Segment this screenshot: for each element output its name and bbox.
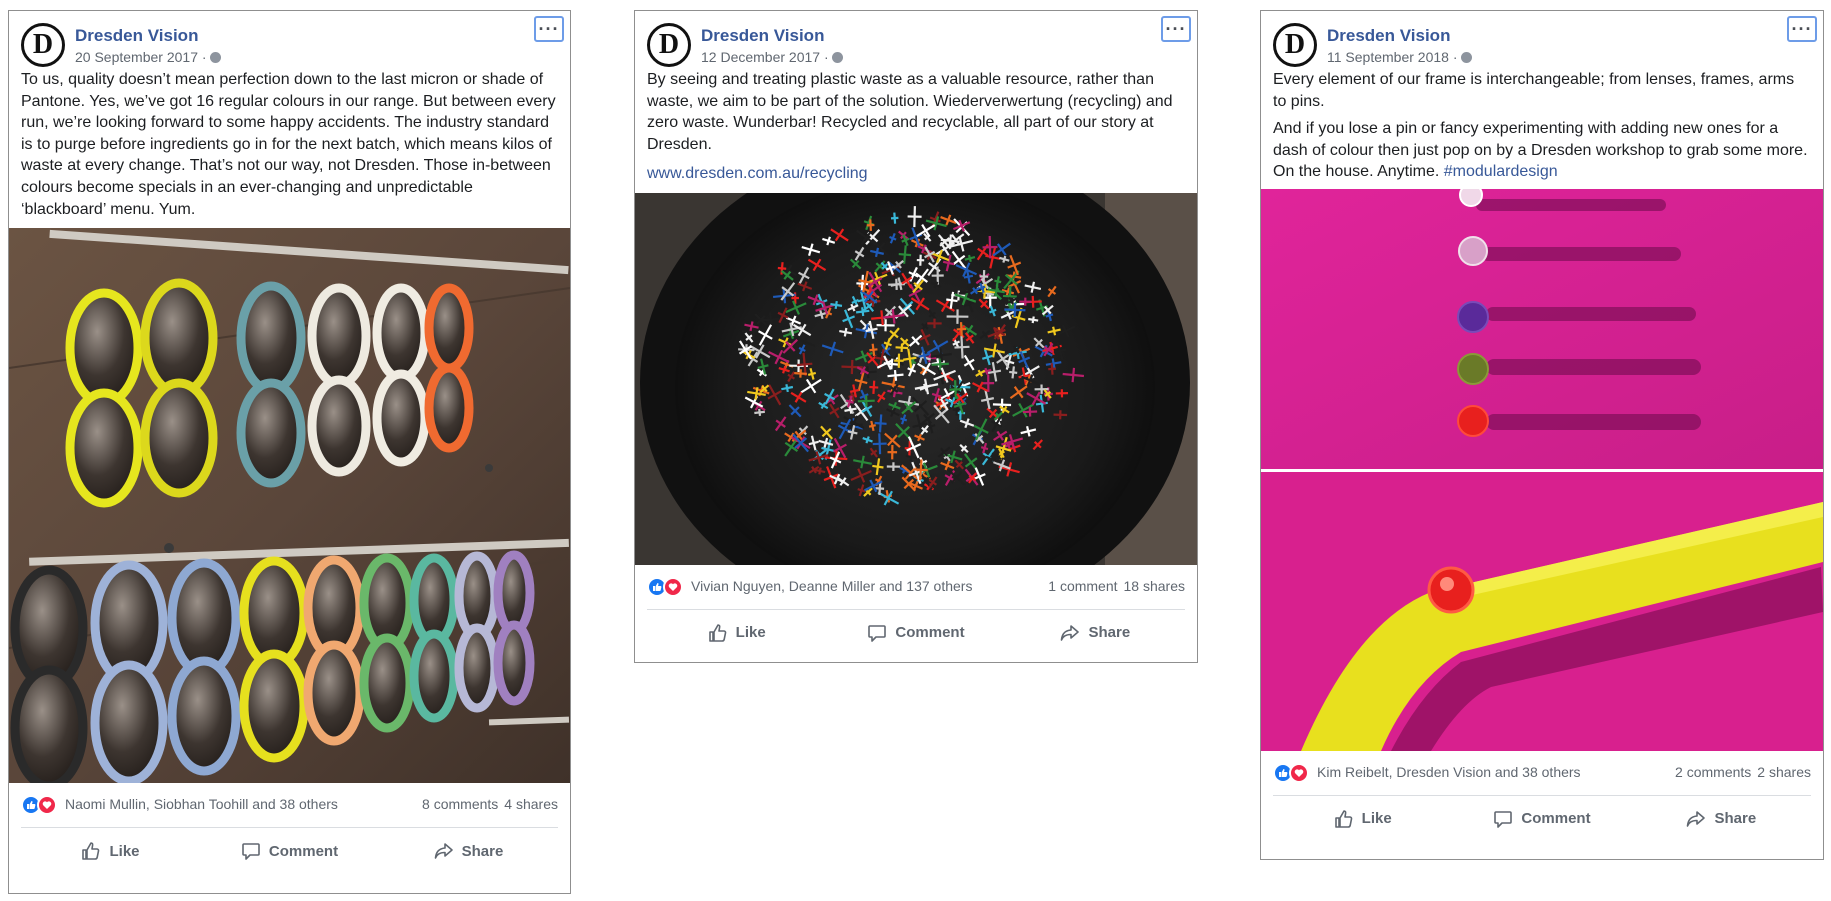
share-button[interactable]: Share	[1632, 796, 1811, 842]
author-name[interactable]: Dresden Vision	[1327, 26, 1450, 46]
reaction-icons[interactable]	[647, 576, 685, 597]
reactions-names[interactable]: Kim Reibelt, Dresden Vision and 38 other…	[1317, 764, 1581, 780]
comment-button[interactable]: Comment	[826, 610, 1005, 656]
post-date: 20 September 2017 ·	[75, 49, 221, 65]
post-text: Every element of our frame is interchang…	[1261, 69, 1823, 183]
comment-button[interactable]: Comment	[1452, 796, 1631, 842]
post-paragraph: By seeing and treating plastic waste as …	[647, 71, 1173, 153]
share-label: Share	[1088, 624, 1131, 642]
post-header: D Dresden Vision 20 September 2017 · ···	[9, 11, 570, 69]
recycling-link[interactable]: www.dresden.com.au/recycling	[647, 165, 868, 182]
like-button[interactable]: Like	[1273, 796, 1452, 842]
globe-icon	[1460, 52, 1472, 63]
comments-count[interactable]: 1 comment	[1048, 578, 1117, 594]
post-date-text[interactable]: 20 September 2017 ·	[75, 49, 207, 65]
author-name[interactable]: Dresden Vision	[701, 26, 824, 46]
comment-icon	[1494, 811, 1513, 828]
share-icon	[1061, 625, 1080, 641]
thumbs-up-icon	[82, 842, 100, 860]
post-paragraph: Every element of our frame is interchang…	[1273, 71, 1795, 110]
post-date: 11 September 2018 ·	[1327, 49, 1472, 65]
more-options-icon: ···	[1165, 19, 1187, 39]
reactions-bar: Kim Reibelt, Dresden Vision and 38 other…	[1273, 751, 1811, 796]
author-name[interactable]: Dresden Vision	[75, 26, 198, 46]
comment-label: Comment	[1521, 810, 1591, 828]
reactions-bar: Naomi Mullin, Siobhan Toohill and 38 oth…	[21, 783, 558, 829]
engagement-counts: 1 comment 18 shares	[1042, 578, 1185, 594]
shares-count[interactable]: 2 shares	[1757, 764, 1811, 780]
love-reaction-icon	[663, 576, 683, 597]
like-button[interactable]: Like	[647, 610, 826, 656]
shares-count[interactable]: 18 shares	[1124, 578, 1185, 594]
post-date: 12 December 2017 ·	[701, 49, 843, 65]
post-image-pins-row[interactable]	[1261, 188, 1823, 472]
love-reaction-icon	[37, 795, 57, 816]
avatar[interactable]: D	[647, 23, 691, 67]
avatar[interactable]: D	[21, 23, 65, 67]
globe-icon	[209, 52, 221, 63]
share-button[interactable]: Share	[379, 828, 558, 874]
post-text: By seeing and treating plastic waste as …	[635, 69, 1197, 185]
like-label: Like	[1361, 810, 1392, 828]
thumbs-up-icon	[708, 624, 726, 642]
post-date-text[interactable]: 12 December 2017 ·	[701, 49, 829, 65]
post-paragraph: To us, quality doesn’t mean perfection d…	[21, 71, 556, 218]
more-options-button[interactable]: ···	[1787, 16, 1817, 42]
reaction-icons[interactable]	[1273, 762, 1311, 783]
share-label: Share	[1714, 810, 1757, 828]
post-link-line: www.dresden.com.au/recycling	[647, 163, 1185, 185]
share-label: Share	[461, 842, 504, 860]
share-icon	[1687, 811, 1706, 827]
more-options-icon: ···	[538, 19, 560, 39]
post-text: To us, quality doesn’t mean perfection d…	[9, 69, 570, 220]
like-label: Like	[109, 842, 140, 860]
recycled-pins-photo	[635, 192, 1197, 565]
post-card: D Dresden Vision 11 September 2018 · ···…	[1260, 10, 1824, 860]
share-button[interactable]: Share	[1006, 610, 1185, 656]
reactions-bar: Vivian Nguyen, Deanne Miller and 137 oth…	[647, 565, 1185, 610]
share-icon	[434, 843, 453, 859]
like-label: Like	[735, 624, 766, 642]
comments-count[interactable]: 2 comments	[1675, 764, 1751, 780]
comment-label: Comment	[895, 624, 965, 642]
post-image-sunglasses-wall[interactable]	[9, 228, 570, 784]
comment-icon	[868, 625, 887, 642]
post-paragraph: And if you lose a pin or fancy experimen…	[1273, 118, 1811, 183]
sunglasses-photo	[9, 228, 570, 784]
engagement-counts: 8 comments 4 shares	[416, 796, 558, 812]
reaction-icons[interactable]	[21, 795, 59, 816]
yellow-frame-photo	[1261, 471, 1823, 751]
globe-icon	[831, 52, 843, 63]
post-card: D Dresden Vision 20 September 2017 · ···…	[8, 10, 571, 894]
post-card: D Dresden Vision 12 December 2017 · ··· …	[634, 10, 1198, 663]
post-header: D Dresden Vision 12 December 2017 · ···	[635, 11, 1197, 69]
engagement-counts: 2 comments 2 shares	[1669, 764, 1811, 780]
post-image-yellow-frame-pin[interactable]	[1261, 471, 1823, 751]
action-bar: Like Comment Share	[647, 610, 1185, 656]
comment-label: Comment	[268, 842, 339, 860]
more-options-button[interactable]: ···	[534, 16, 564, 42]
reactions-names[interactable]: Vivian Nguyen, Deanne Miller and 137 oth…	[691, 578, 972, 594]
reactions-names[interactable]: Naomi Mullin, Siobhan Toohill and 38 oth…	[65, 796, 338, 812]
avatar[interactable]: D	[1273, 23, 1317, 67]
post-image-recycled-pins[interactable]	[635, 192, 1197, 565]
hashtag-link[interactable]: #modulardesign	[1444, 163, 1558, 180]
comments-count[interactable]: 8 comments	[422, 796, 498, 812]
comment-button[interactable]: Comment	[200, 828, 379, 874]
post-date-text[interactable]: 11 September 2018 ·	[1327, 49, 1458, 65]
pins-row-photo	[1261, 188, 1823, 469]
thumbs-up-icon	[1334, 810, 1352, 828]
more-options-button[interactable]: ···	[1161, 16, 1191, 42]
shares-count[interactable]: 4 shares	[504, 796, 558, 812]
post-header: D Dresden Vision 11 September 2018 · ···	[1261, 11, 1823, 69]
more-options-icon: ···	[1791, 19, 1813, 39]
action-bar: Like Comment Share	[21, 828, 558, 874]
like-button[interactable]: Like	[21, 828, 200, 874]
action-bar: Like Comment Share	[1273, 796, 1811, 842]
love-reaction-icon	[1289, 762, 1309, 783]
comment-icon	[242, 843, 260, 860]
